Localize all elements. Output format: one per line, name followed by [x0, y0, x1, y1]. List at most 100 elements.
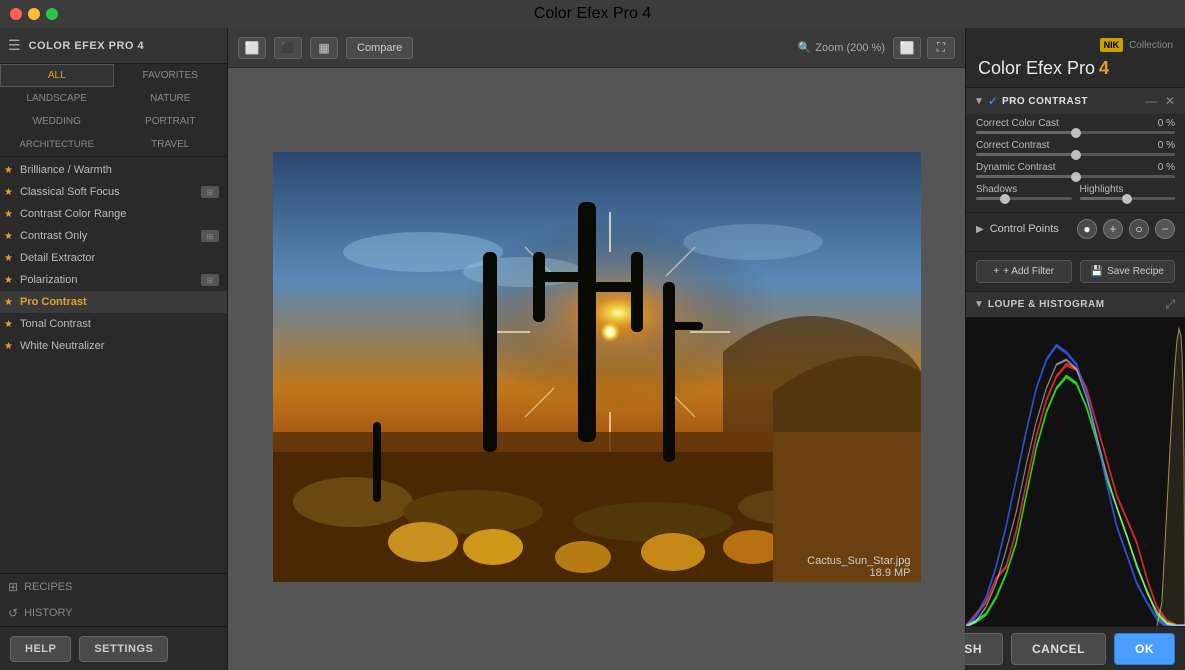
view-split-v-icon[interactable]: ▦: [310, 37, 338, 59]
shadows-highlights-row: Shadows Highlights: [966, 180, 1185, 204]
photo: [273, 152, 921, 582]
filter-item-tonal-contrast[interactable]: ★ Tonal Contrast: [0, 313, 227, 335]
section-title: PRO CONTRAST: [1002, 96, 1139, 107]
shadows-slider[interactable]: [976, 197, 1072, 200]
view-split-h-icon[interactable]: ⬛: [274, 37, 302, 59]
nik-collection-label: Collection: [1129, 40, 1173, 51]
loupe-expand-icon[interactable]: ⤢: [1163, 297, 1177, 312]
compare-button[interactable]: Compare: [346, 37, 413, 59]
view-single-icon[interactable]: ⬜: [238, 37, 266, 59]
star-icon: ★: [4, 275, 16, 286]
star-icon: ★: [4, 187, 16, 198]
app-title: Color Efex Pro: [978, 58, 1095, 79]
filter-item-pro-contrast[interactable]: ★ Pro Contrast: [0, 291, 227, 313]
tab-travel[interactable]: TRAVEL: [114, 133, 228, 156]
loupe-header[interactable]: ▼ LOUPE & HISTOGRAM ⤢: [966, 292, 1185, 317]
category-tabs: ALL FAVORITES LANDSCAPE NATURE WEDDING P…: [0, 64, 227, 157]
traffic-lights: [10, 8, 58, 20]
param-correct-contrast: Correct Contrast 0 %: [966, 136, 1185, 158]
section-minus-icon[interactable]: —: [1143, 94, 1159, 108]
zoom-label: 🔍 Zoom (200 %): [798, 41, 885, 54]
param-correct-color-cast: Correct Color Cast 0 %: [966, 114, 1185, 136]
sidebar-title: COLOR EFEX PRO 4: [29, 40, 145, 52]
filename-overlay: Cactus_Sun_Star.jpg 18.9 MP: [807, 555, 910, 579]
tab-nature[interactable]: NATURE: [114, 87, 228, 110]
star-icon: ★: [4, 341, 16, 352]
close-button[interactable]: [10, 8, 22, 20]
save-icon: 💾: [1091, 266, 1103, 277]
filter-item-polarization[interactable]: ★ Polarization ⊞: [0, 269, 227, 291]
right-panel: NIK Collection Color Efex Pro 4 ▼ ✓ PRO …: [965, 28, 1185, 670]
pro-contrast-header[interactable]: ▼ ✓ PRO CONTRAST — ✕: [966, 88, 1185, 114]
filter-item-contrast-color-range[interactable]: ★ Contrast Color Range: [0, 203, 227, 225]
dynamic-contrast-slider[interactable]: [976, 175, 1175, 178]
tab-wedding[interactable]: WEDDING: [0, 110, 114, 133]
tab-all[interactable]: ALL: [0, 64, 114, 87]
image-canvas: Cactus_Sun_Star.jpg 18.9 MP: [228, 68, 965, 670]
tab-favorites[interactable]: FAVORITES: [114, 64, 228, 87]
settings-button[interactable]: SETTINGS: [79, 636, 168, 662]
correct-color-cast-slider[interactable]: [976, 131, 1175, 134]
star-icon: ★: [4, 319, 16, 330]
highlights-param: Highlights: [1080, 184, 1176, 200]
tab-portrait[interactable]: PORTRAIT: [114, 110, 228, 133]
filter-list: ★ Brilliance / Warmth ★ Classical Soft F…: [0, 157, 227, 573]
chevron-right-icon[interactable]: ▶: [976, 224, 984, 235]
cp-plus-button[interactable]: +: [1103, 219, 1123, 239]
cp-subtract-button[interactable]: ○: [1129, 219, 1149, 239]
highlights-slider[interactable]: [1080, 197, 1176, 200]
star-icon: ★: [4, 231, 16, 242]
recipes-button[interactable]: ⊞ RECIPES: [0, 574, 227, 600]
tab-architecture[interactable]: ARCHITECTURE: [0, 133, 114, 156]
section-close-icon[interactable]: ✕: [1163, 94, 1177, 108]
filter-item-white-neutralizer[interactable]: ★ White Neutralizer: [0, 335, 227, 357]
star-icon: ★: [4, 297, 16, 308]
plus-icon: +: [993, 266, 999, 277]
sidebar: ☰ COLOR EFEX PRO 4 ALL FAVORITES LANDSCA…: [0, 28, 228, 670]
recipes-icon: ⊞: [8, 580, 18, 594]
menu-icon[interactable]: ☰: [8, 37, 21, 54]
history-button[interactable]: ↺ HISTORY: [0, 600, 227, 626]
star-icon: ★: [4, 253, 16, 264]
history-icon: ↺: [8, 606, 18, 620]
filter-item-detail-extractor[interactable]: ★ Detail Extractor: [0, 247, 227, 269]
filter-item-brilliance-warmth[interactable]: ★ Brilliance / Warmth: [0, 159, 227, 181]
dynamic-contrast-label: Dynamic Contrast: [976, 162, 1055, 173]
filter-item-contrast-only[interactable]: ★ Contrast Only ⊞: [0, 225, 227, 247]
help-button[interactable]: HELP: [10, 636, 71, 662]
filter-item-classical-soft-focus[interactable]: ★ Classical Soft Focus ⊞: [0, 181, 227, 203]
search-icon: 🔍: [798, 41, 812, 54]
correct-color-cast-value: 0 %: [1158, 118, 1175, 129]
toolbar: ⬜ ⬛ ▦ Compare 🔍 Zoom (200 %) ⬜ ⛶: [228, 28, 965, 68]
tab-landscape[interactable]: LANDSCAPE: [0, 87, 114, 110]
histogram-chart: [966, 317, 1185, 626]
maximize-button[interactable]: [46, 8, 58, 20]
histogram-container: [966, 317, 1185, 626]
photo-container: Cactus_Sun_Star.jpg 18.9 MP: [273, 152, 921, 587]
filter-recipe-bar: + + Add Filter 💾 Save Recipe: [966, 251, 1185, 291]
fit-icon[interactable]: ⬜: [893, 37, 921, 59]
add-filter-button[interactable]: + + Add Filter: [976, 260, 1072, 283]
center-panel: ⬜ ⬛ ▦ Compare 🔍 Zoom (200 %) ⬜ ⛶: [228, 28, 965, 670]
check-icon: ✓: [988, 94, 998, 108]
chevron-down-icon: ▼: [974, 299, 984, 310]
correct-contrast-label: Correct Contrast: [976, 140, 1049, 151]
cancel-button[interactable]: CANCEL: [1011, 633, 1106, 665]
dynamic-contrast-value: 0 %: [1158, 162, 1175, 173]
fullscreen-icon[interactable]: ⛶: [927, 37, 955, 59]
cp-add-positive-button[interactable]: ●: [1077, 219, 1097, 239]
ok-button[interactable]: OK: [1114, 633, 1175, 665]
filter-badge: ⊞: [201, 274, 219, 286]
highlights-label: Highlights: [1080, 184, 1124, 195]
loupe-section: ▼ LOUPE & HISTOGRAM ⤢: [966, 291, 1185, 626]
megapixels-label: 18.9 MP: [807, 567, 910, 579]
correct-contrast-slider[interactable]: [976, 153, 1175, 156]
cp-minus-button[interactable]: −: [1155, 219, 1175, 239]
control-points-section: ▶ Control Points ● + ○ −: [966, 213, 1185, 251]
filter-badge: ⊞: [201, 230, 219, 242]
save-recipe-button[interactable]: 💾 Save Recipe: [1080, 260, 1176, 283]
bottom-bar: HELP SETTINGS: [0, 626, 227, 670]
shadows-label: Shadows: [976, 184, 1017, 195]
minimize-button[interactable]: [28, 8, 40, 20]
nik-header: NIK Collection Color Efex Pro 4: [966, 28, 1185, 88]
